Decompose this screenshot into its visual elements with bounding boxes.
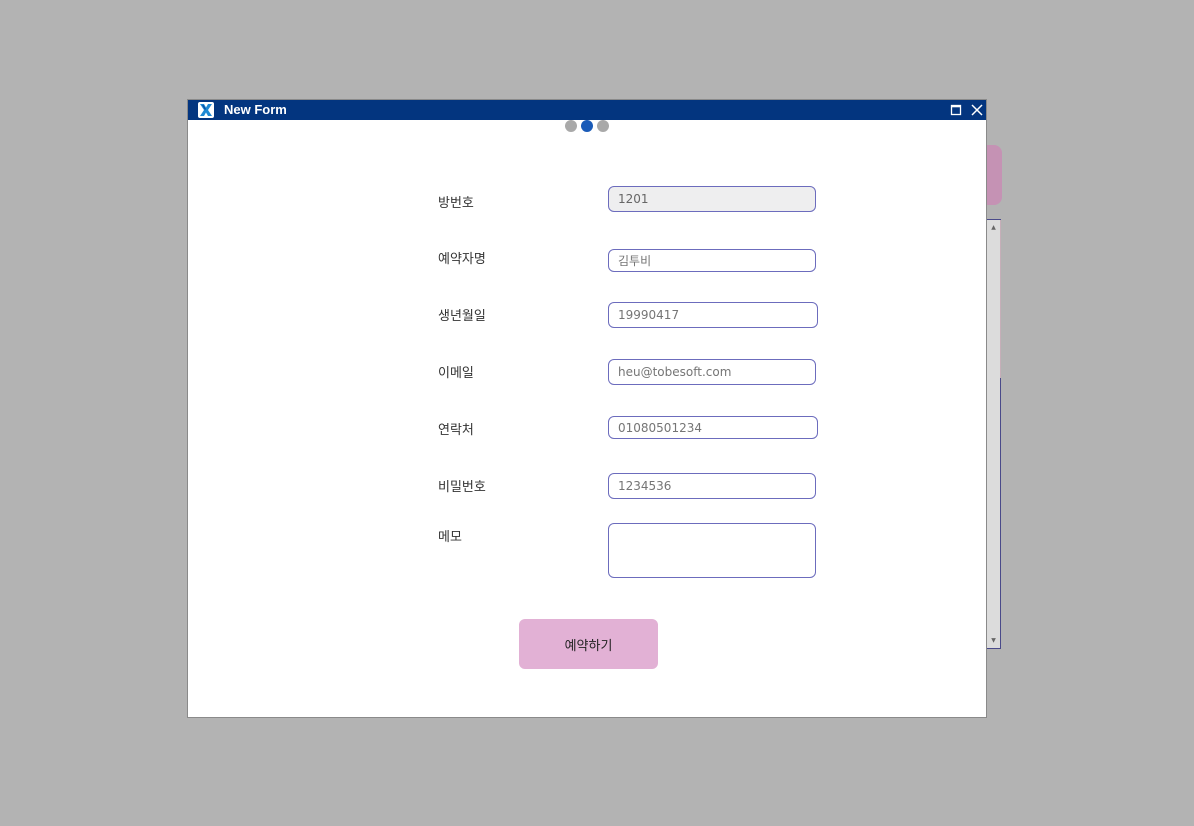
password-field[interactable] bbox=[608, 473, 816, 499]
new-form-dialog: New Form 방번호 예약자명 생년월일 이메일 연락처 비밀번호 메모 예… bbox=[187, 99, 987, 718]
scroll-down-icon: ▼ bbox=[991, 637, 996, 644]
maximize-icon[interactable] bbox=[948, 102, 964, 118]
email-field[interactable] bbox=[608, 359, 816, 385]
email-label: 이메일 bbox=[438, 366, 474, 381]
step-dot[interactable] bbox=[581, 120, 593, 132]
reserve-button[interactable]: 예약하기 bbox=[519, 619, 658, 669]
reserver-name-field[interactable] bbox=[608, 249, 816, 272]
password-label: 비밀번호 bbox=[438, 480, 486, 495]
phone-field[interactable] bbox=[608, 416, 818, 439]
memo-field[interactable] bbox=[608, 523, 816, 578]
background-scrollbar: ▲ ▼ bbox=[987, 220, 1000, 648]
window-title: New Form bbox=[224, 102, 287, 117]
phone-label: 연락처 bbox=[438, 423, 474, 438]
birthdate-label: 생년월일 bbox=[438, 309, 486, 324]
memo-label: 메모 bbox=[438, 530, 462, 545]
room-number-label: 방번호 bbox=[438, 196, 474, 211]
scroll-up-icon: ▲ bbox=[991, 224, 996, 231]
birthdate-field[interactable] bbox=[608, 302, 818, 328]
reserver-name-label: 예약자명 bbox=[438, 252, 486, 267]
close-icon[interactable] bbox=[969, 102, 985, 118]
app-x-icon bbox=[198, 102, 214, 118]
step-dot[interactable] bbox=[597, 120, 609, 132]
room-number-field[interactable] bbox=[608, 186, 816, 212]
title-bar[interactable]: New Form bbox=[188, 100, 986, 120]
step-dot[interactable] bbox=[565, 120, 577, 132]
